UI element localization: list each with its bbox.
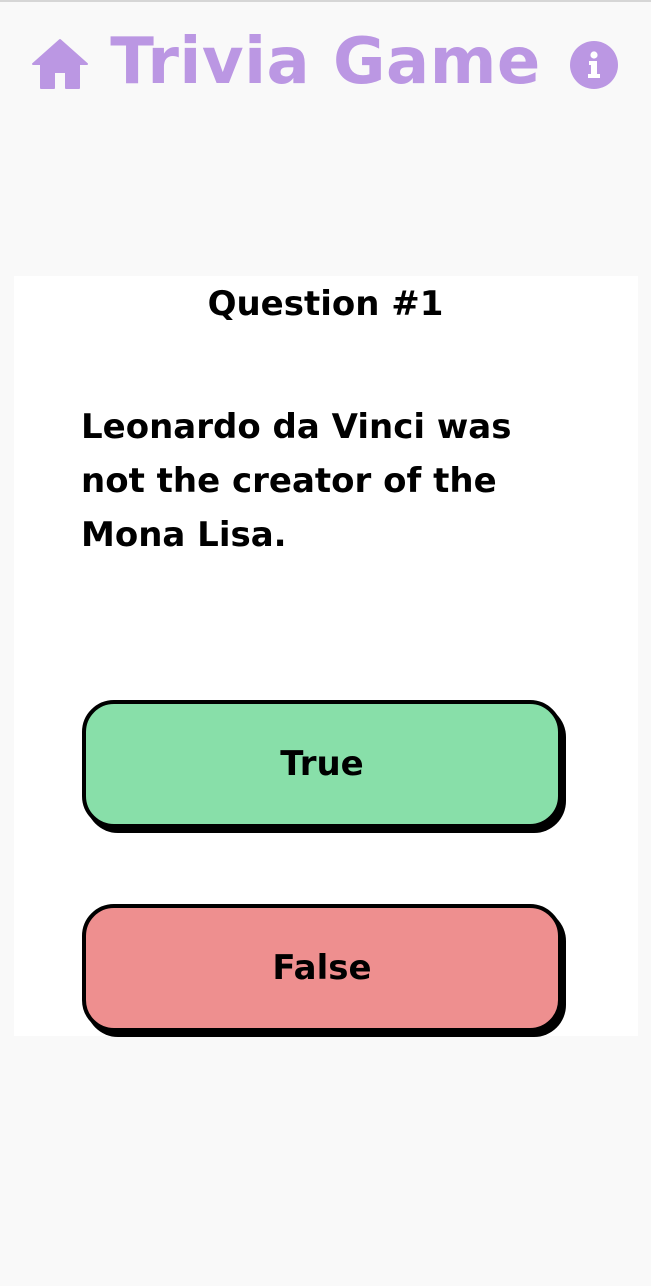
true-button[interactable]: True: [82, 700, 562, 828]
info-button[interactable]: [570, 41, 618, 89]
false-button[interactable]: False: [82, 904, 562, 1032]
info-icon: [570, 41, 618, 89]
app-header: Trivia Game: [0, 0, 651, 130]
question-text: Leonardo da Vinci was not the creator of…: [81, 407, 512, 555]
question-number: Question #1: [207, 284, 444, 324]
page-title: Trivia Game: [110, 25, 541, 99]
